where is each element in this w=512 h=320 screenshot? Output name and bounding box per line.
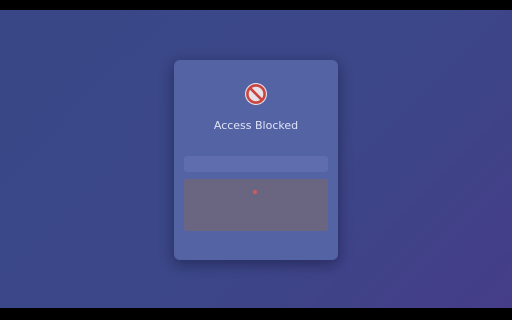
- warning-heading: [184, 189, 328, 195]
- blocked-icon: [245, 83, 267, 105]
- blocked-card: Access Blocked: [174, 60, 338, 260]
- warning-icon: [253, 190, 257, 194]
- blocked-url-field: [184, 156, 328, 172]
- page-title: Access Blocked: [213, 119, 299, 132]
- screen-area: Access Blocked: [0, 10, 512, 308]
- warning-panel: [184, 179, 328, 231]
